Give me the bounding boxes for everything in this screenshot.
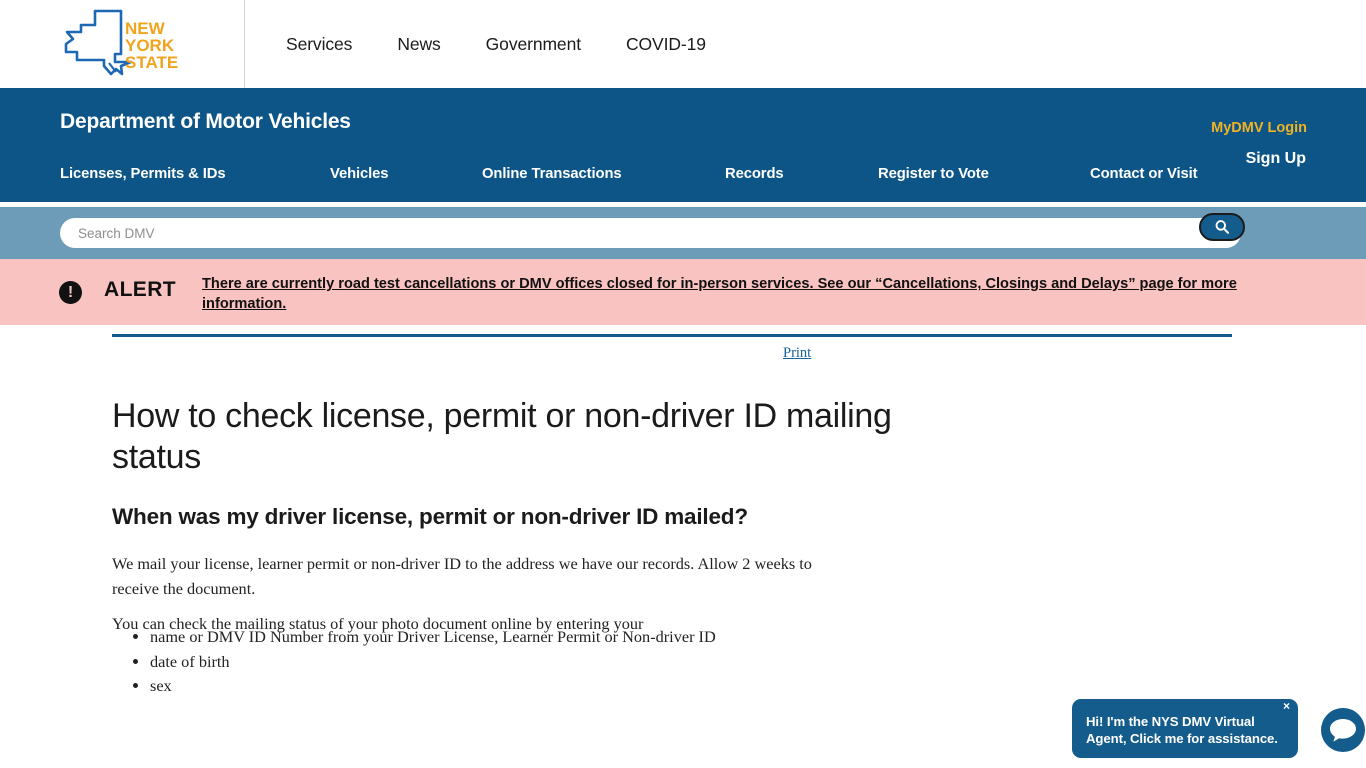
list-item: sex: [150, 674, 716, 699]
dmv-nav-online-transactions[interactable]: Online Transactions: [482, 166, 725, 182]
nav-item-news[interactable]: News: [397, 34, 440, 55]
list-item: date of birth: [150, 650, 716, 675]
alert-message-link[interactable]: There are currently road test cancellati…: [202, 274, 1287, 314]
page-title: How to check license, permit or non-driv…: [112, 396, 892, 476]
main-content: Print How to check license, permit or no…: [0, 325, 1366, 757]
new-york-state-logo-icon: NEW YORK STATE: [64, 9, 178, 76]
global-nav: Services News Government COVID-19: [245, 0, 751, 88]
alert-label: ALERT: [104, 278, 176, 301]
logo-line-3: STATE: [125, 53, 178, 72]
nav-item-covid-19[interactable]: COVID-19: [626, 34, 706, 55]
dmv-nav-contact-or-visit[interactable]: Contact or Visit: [1090, 166, 1225, 182]
dmv-site-title[interactable]: Department of Motor Vehicles: [60, 110, 351, 134]
dmv-nav-licenses-permits-ids[interactable]: Licenses, Permits & IDs: [60, 166, 330, 182]
dmv-header: Department of Motor Vehicles MyDMV Login…: [0, 88, 1366, 202]
nys-global-header: NEW YORK STATE Services News Government …: [0, 0, 1366, 88]
search-submit-button[interactable]: [1199, 213, 1245, 241]
dmv-nav-register-to-vote[interactable]: Register to Vote: [878, 166, 1090, 182]
virtual-agent-message: Hi! I'm the NYS DMV Virtual Agent, Click…: [1086, 714, 1278, 746]
requirements-list: name or DMV ID Number from your Driver L…: [112, 625, 716, 699]
search-icon: [1215, 220, 1230, 234]
content-divider: [112, 334, 1232, 337]
close-icon[interactable]: ×: [1283, 700, 1290, 712]
mydmv-login-link[interactable]: MyDMV Login: [1211, 120, 1307, 136]
search-bar: [0, 207, 1366, 259]
list-item: name or DMV ID Number from your Driver L…: [150, 625, 716, 650]
new-york-state-logo[interactable]: NEW YORK STATE: [0, 0, 245, 88]
dmv-nav-vehicles[interactable]: Vehicles: [330, 166, 482, 182]
nav-item-services[interactable]: Services: [286, 34, 352, 55]
virtual-agent-launcher[interactable]: [1320, 707, 1366, 753]
section-heading: When was my driver license, permit or no…: [112, 503, 748, 529]
search-input[interactable]: [60, 218, 1241, 248]
sign-up-link[interactable]: Sign Up: [1246, 150, 1306, 168]
chat-bubble-icon: [1321, 708, 1365, 752]
alert-banner: ! ALERT There are currently road test ca…: [0, 259, 1366, 325]
print-link[interactable]: Print: [783, 345, 811, 362]
nav-item-government[interactable]: Government: [486, 34, 581, 55]
exclamation-circle-icon: !: [59, 281, 82, 304]
dmv-nav-records[interactable]: Records: [725, 166, 878, 182]
virtual-agent-bubble[interactable]: × Hi! I'm the NYS DMV Virtual Agent, Cli…: [1072, 699, 1298, 758]
paragraph-1: We mail your license, learner permit or …: [112, 554, 812, 599]
dmv-primary-nav: Licenses, Permits & IDs Vehicles Online …: [60, 166, 1225, 182]
